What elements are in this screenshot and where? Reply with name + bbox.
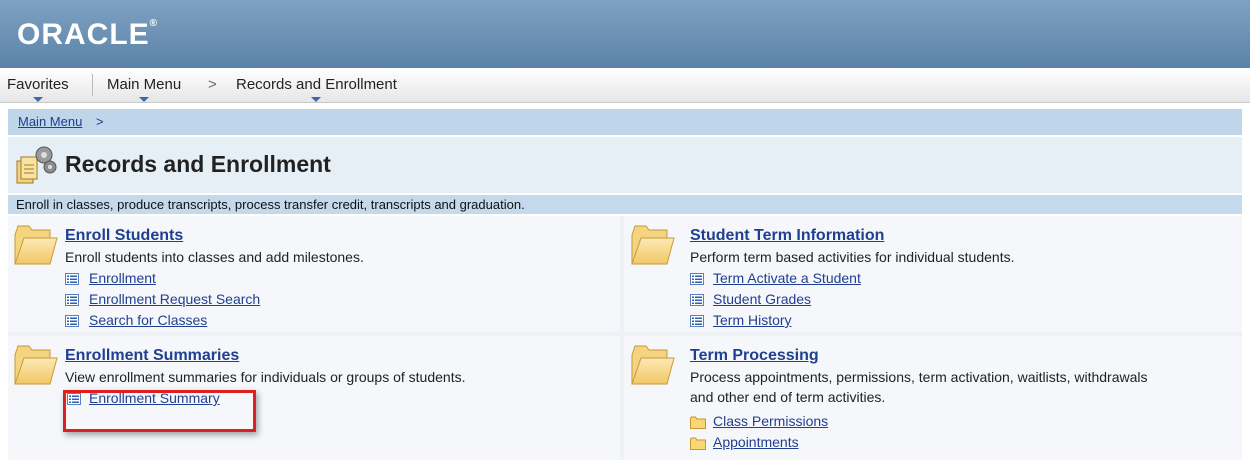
folder-icon xyxy=(690,437,706,450)
link-enrollment[interactable]: Enrollment xyxy=(89,270,156,286)
link-appointments[interactable]: Appointments xyxy=(713,434,799,450)
folder-icon xyxy=(690,416,706,429)
link-student-grades[interactable]: Student Grades xyxy=(713,291,811,307)
section-description-line2: and other end of term activities. xyxy=(690,389,886,405)
breadcrumb-separator: > xyxy=(96,114,104,129)
list-icon xyxy=(690,273,704,285)
section-description-line1: Process appointments, permissions, term … xyxy=(690,369,1148,385)
list-icon xyxy=(690,294,704,306)
list-icon xyxy=(65,273,79,285)
title-bar: Records and Enrollment xyxy=(8,137,1242,193)
section-description: View enrollment summaries for individual… xyxy=(65,369,466,385)
link-search-for-classes[interactable]: Search for Classes xyxy=(89,312,207,328)
folder-icon xyxy=(12,342,58,388)
link-enrollment-request-search[interactable]: Enrollment Request Search xyxy=(89,291,260,307)
section-title-link[interactable]: Enroll Students xyxy=(65,227,183,245)
oracle-logo: ORACLE® xyxy=(17,18,159,51)
section-title-link[interactable]: Student Term Information xyxy=(690,227,884,245)
folder-icon xyxy=(12,222,58,268)
chevron-down-icon xyxy=(139,97,150,102)
section-title-link[interactable]: Enrollment Summaries xyxy=(65,347,239,365)
folder-icon xyxy=(629,222,675,268)
link-class-permissions[interactable]: Class Permissions xyxy=(713,413,828,429)
nav-divider xyxy=(92,74,93,96)
section-enroll-students: Enroll Students Enroll students into cla… xyxy=(8,216,620,332)
nav-main-menu[interactable]: Main Menu xyxy=(107,76,181,102)
list-icon xyxy=(65,294,79,306)
page-description-bar: Enroll in classes, produce transcripts, … xyxy=(8,195,1242,214)
nav-separator: > xyxy=(208,76,217,93)
records-icon xyxy=(16,146,57,184)
highlight-box xyxy=(63,390,256,432)
list-icon xyxy=(690,315,704,327)
folder-icon xyxy=(629,342,675,388)
section-description: Perform term based activities for indivi… xyxy=(690,249,1015,265)
page-title: Records and Enrollment xyxy=(65,151,331,177)
header-banner: ORACLE® xyxy=(0,0,1250,68)
breadcrumb: Main Menu > xyxy=(8,109,1242,135)
section-term-processing: Term Processing Process appointments, pe… xyxy=(624,336,1242,460)
nav-favorites[interactable]: Favorites xyxy=(7,76,69,102)
breadcrumb-main-menu-link[interactable]: Main Menu xyxy=(18,114,82,129)
page-description: Enroll in classes, produce transcripts, … xyxy=(16,197,525,212)
section-title-link[interactable]: Term Processing xyxy=(690,347,819,365)
section-student-term-information: Student Term Information Perform term ba… xyxy=(624,216,1242,332)
chevron-down-icon xyxy=(311,97,322,102)
link-term-activate-student[interactable]: Term Activate a Student xyxy=(713,270,861,286)
link-term-history[interactable]: Term History xyxy=(713,312,792,328)
chevron-down-icon xyxy=(32,97,43,102)
list-icon xyxy=(65,315,79,327)
section-description: Enroll students into classes and add mil… xyxy=(65,249,364,265)
nav-records-enrollment[interactable]: Records and Enrollment xyxy=(236,76,397,102)
nav-bar: Favorites Main Menu > Records and Enroll… xyxy=(0,68,1250,103)
